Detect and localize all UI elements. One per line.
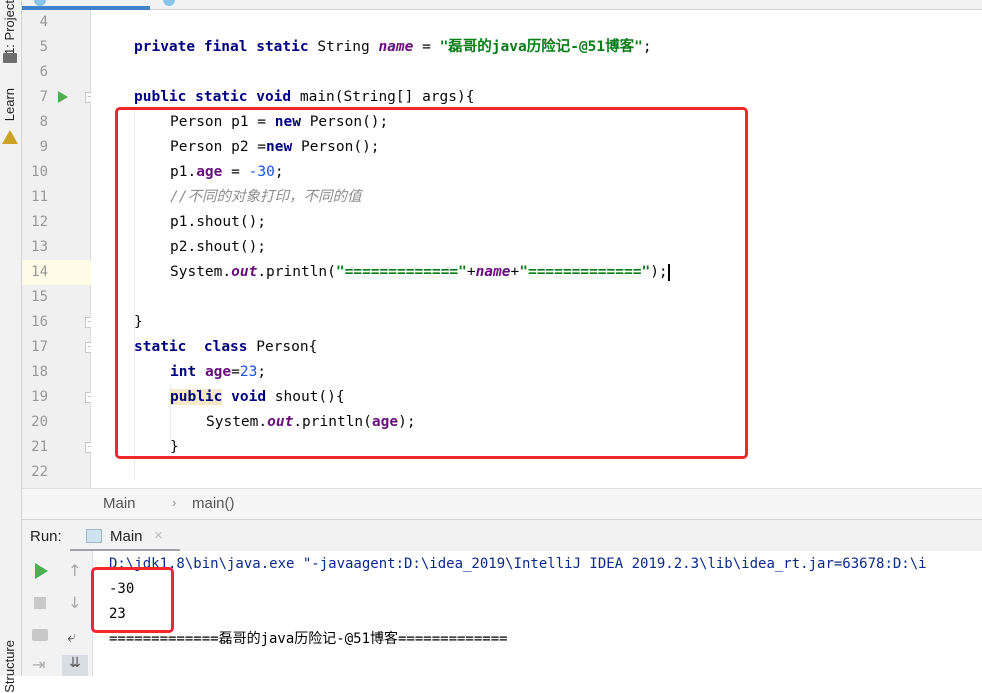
project-tool-tab[interactable]: 1: Project xyxy=(2,0,17,55)
editor-tab-bar xyxy=(22,0,982,10)
line-number: 13 xyxy=(31,239,48,255)
class-file-icon xyxy=(163,0,175,6)
run-gutter-icon[interactable] xyxy=(58,91,68,103)
learn-tool-tab[interactable]: Learn xyxy=(2,88,17,121)
run-label: Run: xyxy=(30,528,62,545)
line-number: 11 xyxy=(31,189,48,205)
line-number: 15 xyxy=(31,289,48,305)
line-number: 9 xyxy=(39,139,48,155)
folder-icon xyxy=(3,53,17,63)
line-number: 18 xyxy=(31,364,48,380)
annotation-box-output xyxy=(91,567,174,633)
stop-icon[interactable] xyxy=(34,597,46,609)
run-panel-header: Run: Main × xyxy=(22,519,982,552)
annotation-box-code xyxy=(115,107,748,459)
scroll-to-end-icon[interactable]: ⇊ xyxy=(62,655,88,676)
up-arrow-icon[interactable]: ↑ xyxy=(68,561,81,580)
camera-icon[interactable] xyxy=(32,629,48,641)
line-number: 8 xyxy=(39,114,48,130)
console-icon xyxy=(86,529,102,543)
line-number: 21 xyxy=(31,439,48,455)
breadcrumb-separator: › xyxy=(172,495,177,510)
line-number: 19 xyxy=(31,389,48,405)
line-number: 16 xyxy=(31,314,48,330)
line-number: 12 xyxy=(31,214,48,230)
line-number: 14 xyxy=(31,264,48,280)
console-output[interactable]: D:\jdk1.8\bin\java.exe "-javaagent:D:\id… xyxy=(93,551,982,676)
line-number: 4 xyxy=(39,14,48,30)
line-number: 22 xyxy=(31,464,48,480)
close-tab-icon[interactable]: × xyxy=(154,527,163,544)
rerun-icon[interactable] xyxy=(35,563,48,579)
learn-icon xyxy=(2,130,18,144)
line-number: 5 xyxy=(39,39,48,55)
code-line-5: private final static String name = "磊哥的j… xyxy=(134,39,652,55)
line-number: 17 xyxy=(31,339,48,355)
line-number: 7 xyxy=(39,89,48,105)
breadcrumb-item-class[interactable]: Main xyxy=(103,495,136,512)
breadcrumb-item-method[interactable]: main() xyxy=(192,495,235,512)
line-number: 20 xyxy=(31,414,48,430)
run-toolbar-primary: ⇥ xyxy=(22,551,59,676)
breadcrumb: Main › main() xyxy=(22,488,982,519)
line-number: 6 xyxy=(39,64,48,80)
run-toolbar-secondary: ↑ ↓ ⤶ ⇊ xyxy=(58,551,93,676)
run-tab-label: Main xyxy=(110,528,143,545)
soft-wrap-icon[interactable]: ⤶ xyxy=(67,627,76,647)
run-tab[interactable]: Main × xyxy=(70,520,180,552)
line-number: 10 xyxy=(31,164,48,180)
console-command-line: D:\jdk1.8\bin\java.exe "-javaagent:D:\id… xyxy=(109,556,927,572)
structure-tool-tab[interactable]: Structure xyxy=(2,640,17,693)
down-arrow-icon[interactable]: ↓ xyxy=(68,593,81,612)
left-tool-strip: 1: Project Learn Structure xyxy=(0,0,22,693)
exit-icon[interactable]: ⇥ xyxy=(32,655,45,674)
